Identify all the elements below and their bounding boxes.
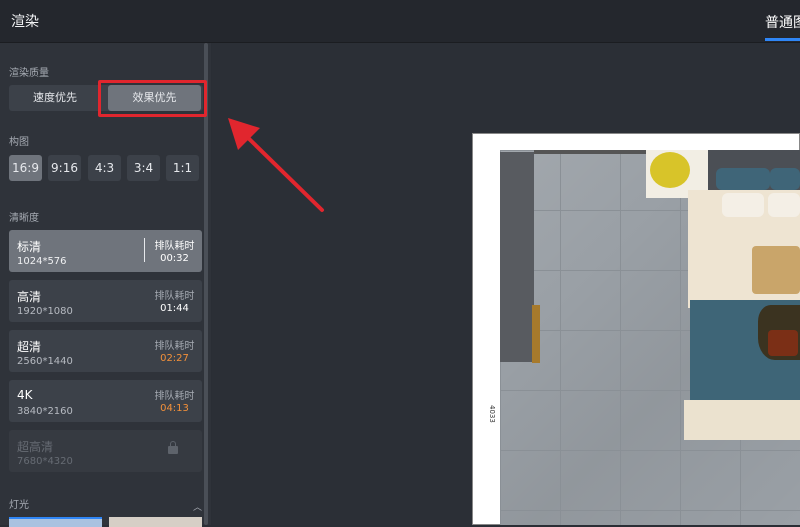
- clarity-option-8k: 超高清 7680*4320: [9, 430, 202, 472]
- queue-time-label: 排队耗时: [154, 341, 195, 352]
- ratio-1-1-button[interactable]: 1:1: [166, 155, 199, 181]
- clarity-label: 清晰度: [9, 213, 39, 224]
- lighting-thumbnail[interactable]: [109, 517, 202, 527]
- ratio-16-9-button[interactable]: 16:9: [9, 155, 42, 181]
- yellow-chair: [650, 152, 690, 188]
- clarity-resolution: 2560*1440: [17, 356, 73, 367]
- tab-active-indicator: [765, 38, 800, 41]
- clarity-option-hd[interactable]: 高清 1920*1080 排队耗时 01:44: [9, 280, 202, 322]
- clarity-name: 超清: [17, 340, 42, 354]
- cabinet: [532, 305, 540, 363]
- queue-time-label: 排队耗时: [154, 291, 195, 302]
- lighting-label: 灯光: [9, 500, 29, 511]
- lock-icon: [168, 441, 178, 454]
- dimension-label: 4033: [488, 405, 496, 423]
- ratio-9-16-button[interactable]: 9:16: [48, 155, 81, 181]
- queue-time-label: 排队耗时: [154, 241, 195, 252]
- clarity-resolution: 7680*4320: [17, 456, 73, 467]
- top-bar: 渲染 普通图: [0, 0, 800, 43]
- clarity-name: 4K: [17, 388, 33, 402]
- pillow: [716, 168, 770, 190]
- clarity-resolution: 1920*1080: [17, 306, 73, 317]
- clarity-divider: [144, 238, 145, 262]
- tray: [768, 330, 798, 356]
- throw: [684, 400, 800, 440]
- wall-panel: [500, 152, 534, 362]
- pillow: [722, 193, 764, 217]
- clarity-option-4k[interactable]: 4K 3840*2160 排队耗时 04:13: [9, 380, 202, 422]
- clarity-name: 标清: [17, 240, 42, 254]
- clarity-resolution: 1024*576: [17, 256, 67, 267]
- clarity-name: 高清: [17, 290, 42, 304]
- chevron-up-icon[interactable]: ︿: [193, 500, 202, 513]
- queue-time-label: 排队耗时: [154, 391, 195, 402]
- lighting-thumbnail[interactable]: [9, 517, 102, 527]
- annotation-highlight-box: [98, 80, 207, 117]
- clarity-resolution: 3840*2160: [17, 406, 73, 417]
- render-quality-label: 渲染质量: [9, 68, 49, 79]
- tab-normal-image[interactable]: 普通图: [765, 12, 800, 32]
- clarity-option-uhd[interactable]: 超清 2560*1440 排队耗时 02:27: [9, 330, 202, 372]
- speed-priority-button[interactable]: 速度优先: [9, 85, 101, 111]
- queue-time-value: 01:44: [160, 303, 189, 314]
- clarity-name: 超高清: [17, 440, 54, 454]
- composition-label: 构图: [9, 137, 29, 148]
- pillow: [770, 168, 800, 190]
- queue-time-value: 00:32: [160, 253, 189, 264]
- clarity-option-sd[interactable]: 标清 1024*576 排队耗时 00:32: [9, 230, 202, 272]
- ratio-4-3-button[interactable]: 4:3: [88, 155, 121, 181]
- pillow: [768, 193, 800, 217]
- ratio-3-4-button[interactable]: 3:4: [127, 155, 160, 181]
- queue-time-value: 02:27: [160, 353, 189, 364]
- cushion: [752, 246, 800, 294]
- page-title: 渲染: [11, 14, 39, 30]
- queue-time-value: 04:13: [160, 403, 189, 414]
